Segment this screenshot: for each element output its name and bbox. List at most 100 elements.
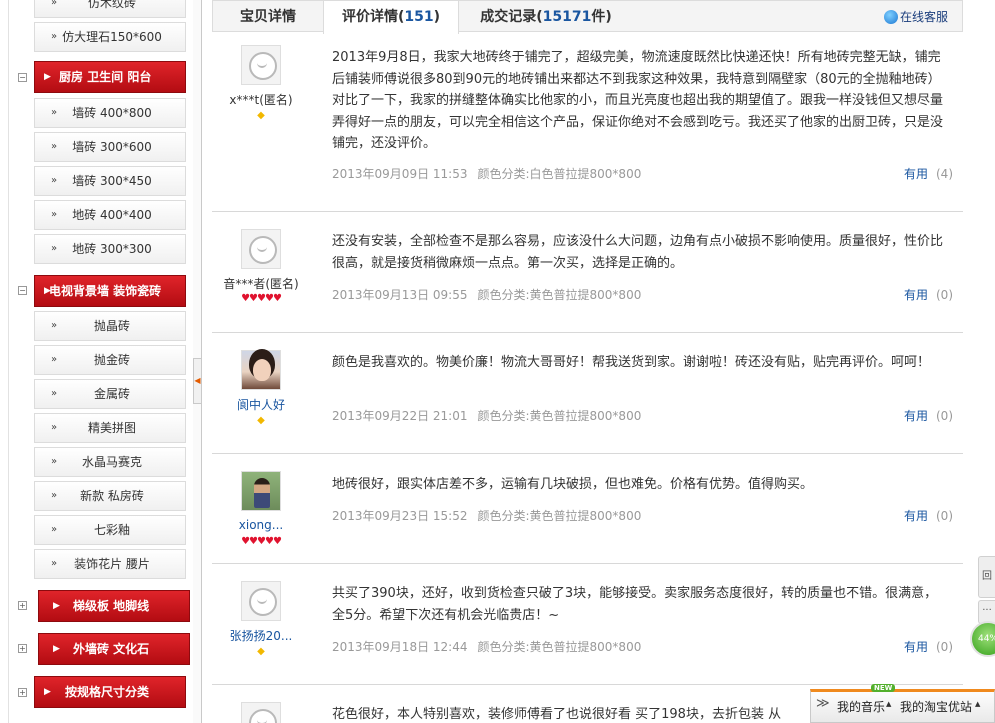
sidebar-item-floor-400x400[interactable]: » 地砖 400*400 <box>34 200 186 230</box>
tab-transaction-records[interactable]: 成交记录(15171件) <box>459 1 633 33</box>
review-spec: 颜色分类:黄色普拉提800*800 <box>477 640 642 654</box>
my-music-label: 我的音乐 <box>837 700 886 714</box>
records-unit: 件 <box>591 9 606 25</box>
bottom-toolbar: ≫ 我的音乐 NEW ▲ 我的淘宝优站 ▲ <box>810 684 995 723</box>
progress-badge[interactable]: 44% <box>970 621 995 657</box>
chat-icon: ··· <box>982 605 992 616</box>
tab-label: 宝贝详情 <box>240 9 296 25</box>
back-to-top-button[interactable]: 回 <box>978 556 995 598</box>
reviewer-name[interactable]: 阆中人好 <box>218 396 304 413</box>
avatar <box>241 702 281 723</box>
sidebar-category-label: 按规格尺寸分类 <box>65 685 150 699</box>
useful-count: (0) <box>936 509 953 523</box>
avatar <box>241 471 281 511</box>
expand-toggle-icon[interactable]: + <box>18 688 27 697</box>
review-meta: 2013年09月22日 21:01 颜色分类:黄色普拉提800*800 <box>332 407 641 424</box>
review-date: 2013年09月22日 21:01 <box>332 409 468 423</box>
avatar <box>241 229 281 269</box>
reviewer-name: x***t(匿名) <box>229 93 293 107</box>
collapse-toggle-icon[interactable]: − <box>18 73 27 82</box>
sidebar-item-label: 抛晶砖 <box>93 319 130 333</box>
review-spec: 颜色分类:黄色普拉提800*800 <box>477 509 642 523</box>
arrow-right-icon: ▶ <box>44 687 51 697</box>
my-music-link[interactable]: 我的音乐 NEW <box>837 684 896 715</box>
sidebar-item-label: 地砖 300*300 <box>72 242 152 256</box>
reviewer-name[interactable]: 张扬扬20... <box>218 627 304 644</box>
review-meta: 2013年09月13日 09:55 颜色分类:黄色普拉提800*800 <box>332 286 641 303</box>
avatar <box>241 350 281 390</box>
collapse-toggle-icon[interactable]: − <box>18 286 27 295</box>
useful-count: (4) <box>936 167 953 181</box>
tab-reviews[interactable]: 评价详情(151) <box>323 1 459 34</box>
useful-button[interactable]: 有用 <box>904 640 928 654</box>
sidebar-item-label: 抛金砖 <box>93 353 130 367</box>
review-spec: 颜色分类:白色普拉提800*800 <box>477 167 642 181</box>
sidebar-item-crystal-tile[interactable]: » 抛晶砖 <box>34 311 186 341</box>
reviewer-level-icon: ♥♥♥♥♥ <box>241 536 282 547</box>
sidebar-category-label: 电视背景墙 装饰瓷砖 <box>49 284 162 298</box>
reviewer-level-icon: ♥♥♥♥♥ <box>241 293 282 304</box>
sidebar-item-gold-tile[interactable]: » 抛金砖 <box>34 345 186 375</box>
sidebar-item-label: 七彩釉 <box>93 523 130 537</box>
review-text: 还没有安装，全部检查不是那么容易，应该没什么大问题，边角有点小破损不影响使用。质… <box>332 234 944 271</box>
useful-count: (0) <box>936 409 953 423</box>
useful-vote: 有用 (0) <box>904 507 953 524</box>
review-text: 地砖很好，跟实体店差不多，运输有几块破损，但也难免。价格有优势。值得购买。 <box>332 477 814 492</box>
sidebar-item-label: 仿大理石150*600 <box>62 30 162 44</box>
detail-tabs: 宝贝详情 评价详情(151) 成交记录(15171件) 在线客服 <box>212 0 963 34</box>
sidebar-item-colored-glaze[interactable]: » 七彩釉 <box>34 515 186 545</box>
sidebar-item-new-private-tile[interactable]: » 新款 私房砖 <box>34 481 186 511</box>
collapse-sidebar-button[interactable]: ◀ <box>193 358 202 404</box>
sidebar-category-label: 外墙砖 文化石 <box>73 642 150 656</box>
sidebar-category-by-size[interactable]: ▶ 按规格尺寸分类 <box>34 676 186 708</box>
sidebar-item-wall-300x450[interactable]: » 墙砖 300*450 <box>34 166 186 196</box>
sidebar-item-wall-400x800[interactable]: » 墙砖 400*800 <box>34 98 186 128</box>
review-item: 阆中人好 ◆ 颜色是我喜欢的。物美价廉！物流大哥哥好！帮我送货到家。谢谢啦！砖还… <box>212 333 963 454</box>
sidebar-item-metal-tile[interactable]: » 金属砖 <box>34 379 186 409</box>
useful-button[interactable]: 有用 <box>904 167 928 181</box>
tab-label: 成交记录 <box>480 9 537 25</box>
sidebar-item-marble-150x600[interactable]: » 仿大理石150*600 <box>34 22 186 52</box>
reviewer-level-icon: ◆ <box>257 110 265 121</box>
sidebar-category-stairs[interactable]: ▶ 梯级板 地脚线 <box>38 590 190 622</box>
sidebar-item-wall-300x600[interactable]: » 墙砖 300*600 <box>34 132 186 162</box>
review-meta: 2013年09月18日 12:44 颜色分类:黄色普拉提800*800 <box>332 638 641 655</box>
review-text: 2013年9月8日，我家大地砖终于铺完了，超级完美，物流速度既然比快递还快！所有… <box>332 50 944 151</box>
my-taobao-shop-link[interactable]: 我的淘宝优站 <box>900 698 972 715</box>
useful-button[interactable]: 有用 <box>904 509 928 523</box>
sidebar-category-tv-wall[interactable]: ▶ 电视背景墙 装饰瓷砖 <box>34 275 186 307</box>
reviewer-level-icon: ◆ <box>257 415 265 426</box>
sidebar-item-label: 精美拼图 <box>87 421 136 435</box>
tab-item-details[interactable]: 宝贝详情 <box>213 1 323 33</box>
expand-toggle-icon[interactable]: + <box>18 601 27 610</box>
reviewer-name[interactable]: xiong... <box>218 518 304 532</box>
arrow-right-icon: ▶ <box>44 72 51 82</box>
sidebar-item-wood-tile[interactable]: » 仿木纹砖 <box>34 0 186 18</box>
sidebar-item-label: 墙砖 300*450 <box>72 174 152 188</box>
useful-count: (0) <box>936 640 953 654</box>
review-text: 共买了390块，还好，收到货检查只破了3块，能够接受。卖家服务态度很好，转的质量… <box>332 586 938 623</box>
sidebar-category-kitchen[interactable]: ▶ 厨房 卫生间 阳台 <box>34 61 186 93</box>
sidebar-item-mosaic-pattern[interactable]: » 精美拼图 <box>34 413 186 443</box>
sidebar-category-exterior[interactable]: ▶ 外墙砖 文化石 <box>38 633 190 665</box>
sidebar-item-label: 墙砖 300*600 <box>72 140 152 154</box>
review-item: x***t(匿名) ◆ 2013年9月8日，我家大地砖终于铺完了，超级完美，物流… <box>212 33 963 212</box>
review-meta: 2013年09月09日 11:53 颜色分类:白色普拉提800*800 <box>332 165 641 182</box>
review-date: 2013年09月09日 11:53 <box>332 167 468 181</box>
review-date: 2013年09月18日 12:44 <box>332 640 468 654</box>
review-text: 颜色是我喜欢的。物美价廉！物流大哥哥好！帮我送货到家。谢谢啦！砖还没有贴，贴完再… <box>332 355 931 370</box>
sidebar-item-crystal-mosaic[interactable]: » 水晶马赛克 <box>34 447 186 477</box>
useful-button[interactable]: 有用 <box>904 409 928 423</box>
sidebar-item-floor-300x300[interactable]: » 地砖 300*300 <box>34 234 186 264</box>
sidebar-item-decor-flower[interactable]: » 装饰花片 腰片 <box>34 549 186 579</box>
caret-up-icon: ▲ <box>975 700 981 708</box>
online-service-link[interactable]: 在线客服 <box>883 1 948 33</box>
caret-up-icon: ▲ <box>886 700 892 708</box>
useful-button[interactable]: 有用 <box>904 288 928 302</box>
sidebar-item-label: 新款 私房砖 <box>80 489 144 503</box>
sidebar-item-label: 墙砖 400*800 <box>72 106 152 120</box>
expand-toggle-icon[interactable]: + <box>18 644 27 653</box>
sidebar-item-label: 水晶马赛克 <box>81 455 142 469</box>
page: » 仿木纹砖 » 仿大理石150*600 − ▶ 厨房 卫生间 阳台 » 墙砖 … <box>0 0 995 723</box>
collapse-toolbar-icon[interactable]: ≫ <box>816 696 830 711</box>
